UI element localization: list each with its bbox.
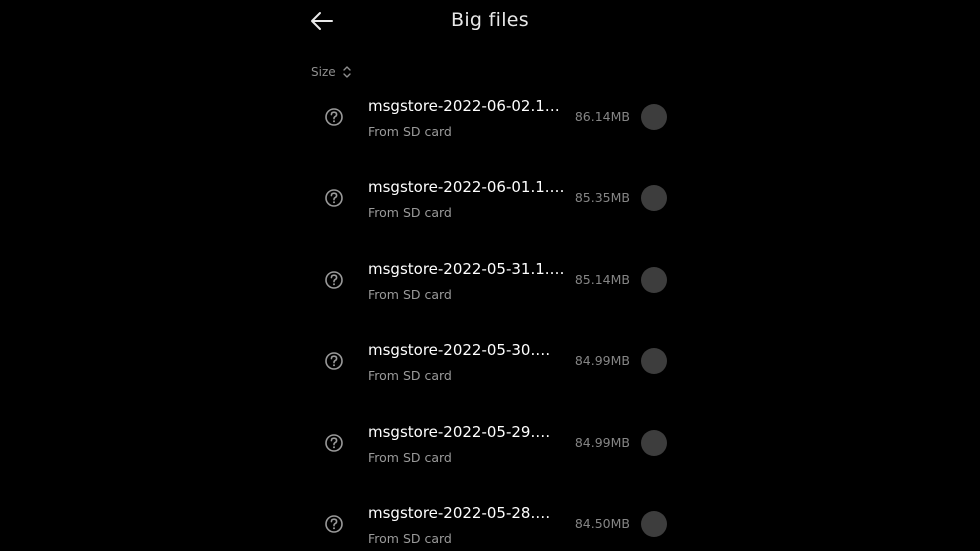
page-title: Big files	[451, 9, 529, 31]
file-size: 86.14MB	[574, 109, 630, 124]
select-checkbox[interactable]	[641, 185, 667, 212]
file-name: msgstore-2022-06-01.1.…	[368, 178, 565, 197]
file-list: msgstore-2022-06-02.1… From SD card 86.1…	[310, 76, 690, 551]
select-checkbox[interactable]	[641, 104, 667, 130]
file-source: From SD card	[368, 286, 452, 302]
unknown-file-icon	[325, 189, 343, 208]
file-row[interactable]: msgstore-2022-05-30.… From SD card 84.99…	[310, 320, 690, 401]
select-checkbox[interactable]	[641, 266, 667, 293]
file-name: msgstore-2022-06-02.1…	[368, 97, 560, 115]
unknown-file-icon	[325, 515, 343, 533]
select-checkbox[interactable]	[641, 348, 667, 375]
file-row[interactable]: msgstore-2022-05-31.1.… From SD card 85.…	[310, 239, 690, 320]
file-source: From SD card	[368, 124, 452, 139]
file-name: msgstore-2022-05-30.…	[368, 341, 551, 360]
unknown-file-icon	[325, 352, 343, 370]
file-name: msgstore-2022-05-28.…	[368, 503, 551, 522]
select-checkbox[interactable]	[641, 510, 667, 537]
file-row[interactable]: msgstore-2022-06-02.1… From SD card 86.1…	[310, 76, 690, 157]
unknown-file-icon	[325, 433, 343, 452]
file-source: From SD card	[368, 530, 452, 546]
top-bar: Big files	[300, 0, 680, 44]
unknown-file-icon	[325, 108, 343, 126]
file-name: msgstore-2022-05-29.…	[368, 422, 551, 441]
file-size: 85.35MB	[574, 190, 630, 206]
big-files-screen: Big files Size msgstore-2022-06-02.1… Fr…	[0, 0, 980, 551]
file-size: 85.14MB	[574, 271, 630, 287]
file-row[interactable]: msgstore-2022-06-01.1.… From SD card 85.…	[310, 157, 690, 238]
file-row[interactable]: msgstore-2022-05-29.… From SD card 84.99…	[310, 402, 690, 483]
file-size: 84.99MB	[574, 353, 630, 369]
unknown-file-icon	[325, 270, 343, 289]
file-source: From SD card	[368, 205, 452, 221]
file-name: msgstore-2022-05-31.1.…	[368, 259, 565, 278]
file-size: 84.50MB	[574, 515, 630, 531]
file-source: From SD card	[368, 449, 452, 465]
file-size: 84.99MB	[574, 434, 630, 450]
file-row[interactable]: msgstore-2022-05-28.… From SD card 84.50…	[310, 483, 690, 551]
file-source: From SD card	[368, 368, 452, 384]
select-checkbox[interactable]	[641, 429, 667, 456]
